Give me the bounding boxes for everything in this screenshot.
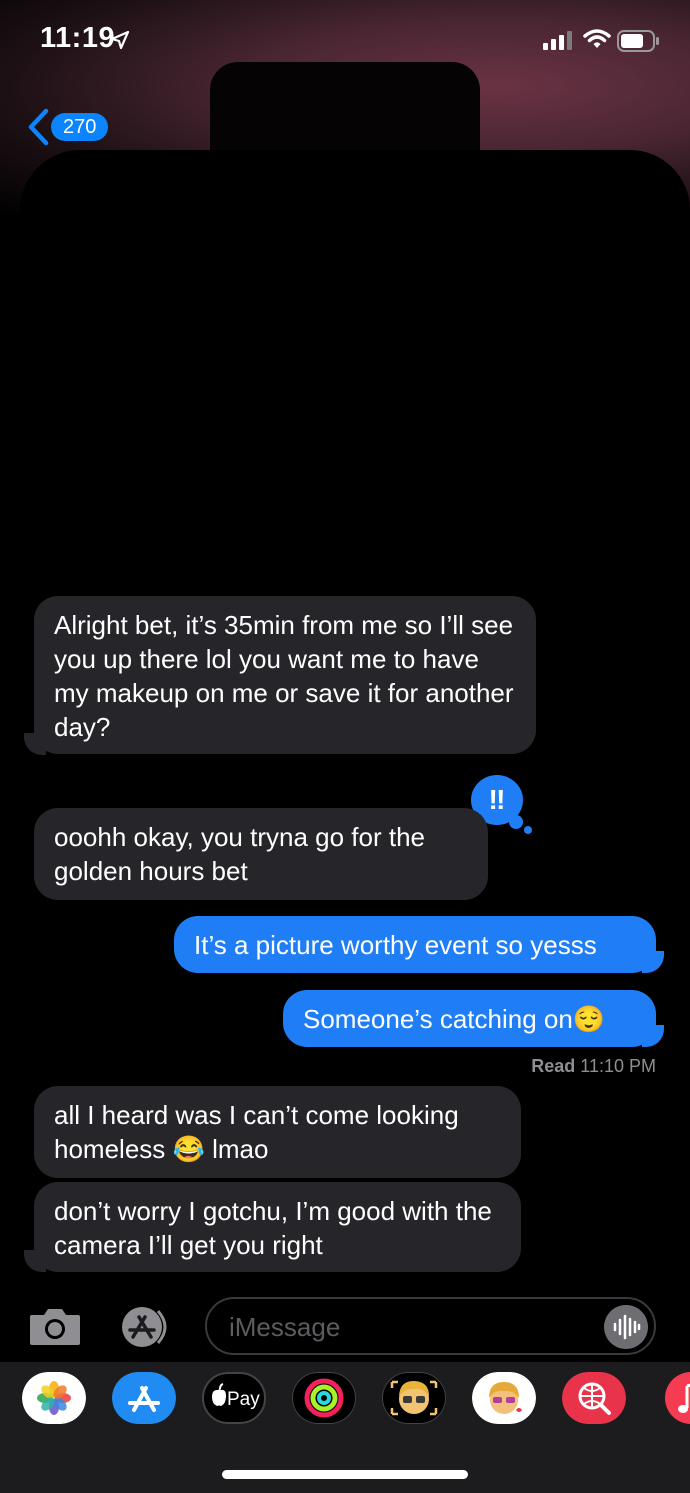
home-indicator[interactable]: [222, 1470, 468, 1479]
status-time: 11:19: [40, 22, 116, 54]
message-bubble-received[interactable]: Alright bet, it’s 35min from me so I’ll …: [34, 596, 536, 754]
bubble-tail: [642, 1025, 664, 1047]
message-text: don’t worry I gotchu, I’m good with the …: [54, 1196, 492, 1260]
globe-search-icon[interactable]: [562, 1372, 626, 1424]
bubble-tail: [24, 1250, 46, 1272]
bubble-tail: [642, 951, 664, 973]
message-text: It’s a picture worthy event so yesss: [194, 930, 597, 960]
bubble-tail: [24, 733, 46, 755]
photos-icon[interactable]: [22, 1372, 86, 1424]
message-bubble-sent[interactable]: Someone’s catching on😌: [283, 990, 656, 1047]
app-store-icon[interactable]: [116, 1305, 176, 1349]
memoji-sticker-icon[interactable]: [472, 1372, 536, 1424]
apple-pay-icon[interactable]: Pay: [202, 1372, 266, 1424]
message-bubble-received[interactable]: don’t worry I gotchu, I’m good with the …: [34, 1182, 521, 1272]
message-text: Alright bet, it’s 35min from me so I’ll …: [54, 610, 514, 742]
message-bubble-sent[interactable]: It’s a picture worthy event so yesss: [174, 916, 656, 973]
apple-logo-icon: Pay: [212, 1383, 260, 1410]
message-text: all I heard was I can’t come looking hom…: [54, 1100, 459, 1164]
unread-count-badge[interactable]: 270: [51, 113, 109, 141]
tapback-tail-dot: [509, 815, 523, 829]
message-text: ooohh okay, you tryna go for the golden …: [54, 822, 425, 886]
message-input-placeholder: iMessage: [229, 1312, 341, 1342]
read-time: 11:10 PM: [580, 1056, 656, 1076]
message-text: Someone’s catching on😌: [303, 1004, 606, 1034]
wifi-icon: [583, 29, 611, 48]
message-bubble-received[interactable]: ooohh okay, you tryna go for the golden …: [34, 808, 488, 900]
cellular-signal-icon: [543, 31, 572, 50]
battery-icon: [617, 30, 659, 52]
memoji-icon[interactable]: [382, 1372, 446, 1424]
message-bubble-received[interactable]: all I heard was I can’t come looking hom…: [34, 1086, 521, 1178]
activity-rings-icon[interactable]: [292, 1372, 356, 1424]
tapback-tail-dot: [524, 826, 532, 834]
apple-pay-label: Pay: [227, 1389, 260, 1410]
contact-photo-shadow: [20, 150, 690, 230]
read-receipt: Read 11:10 PM: [531, 1056, 656, 1077]
audio-waveform-icon[interactable]: [604, 1305, 648, 1349]
app-store-app-icon[interactable]: [112, 1372, 176, 1424]
location-arrow-icon: [110, 30, 130, 50]
back-chevron-icon[interactable]: [26, 108, 50, 146]
read-label: Read: [531, 1056, 576, 1076]
camera-icon[interactable]: [28, 1305, 82, 1347]
message-input[interactable]: iMessage: [205, 1297, 656, 1355]
